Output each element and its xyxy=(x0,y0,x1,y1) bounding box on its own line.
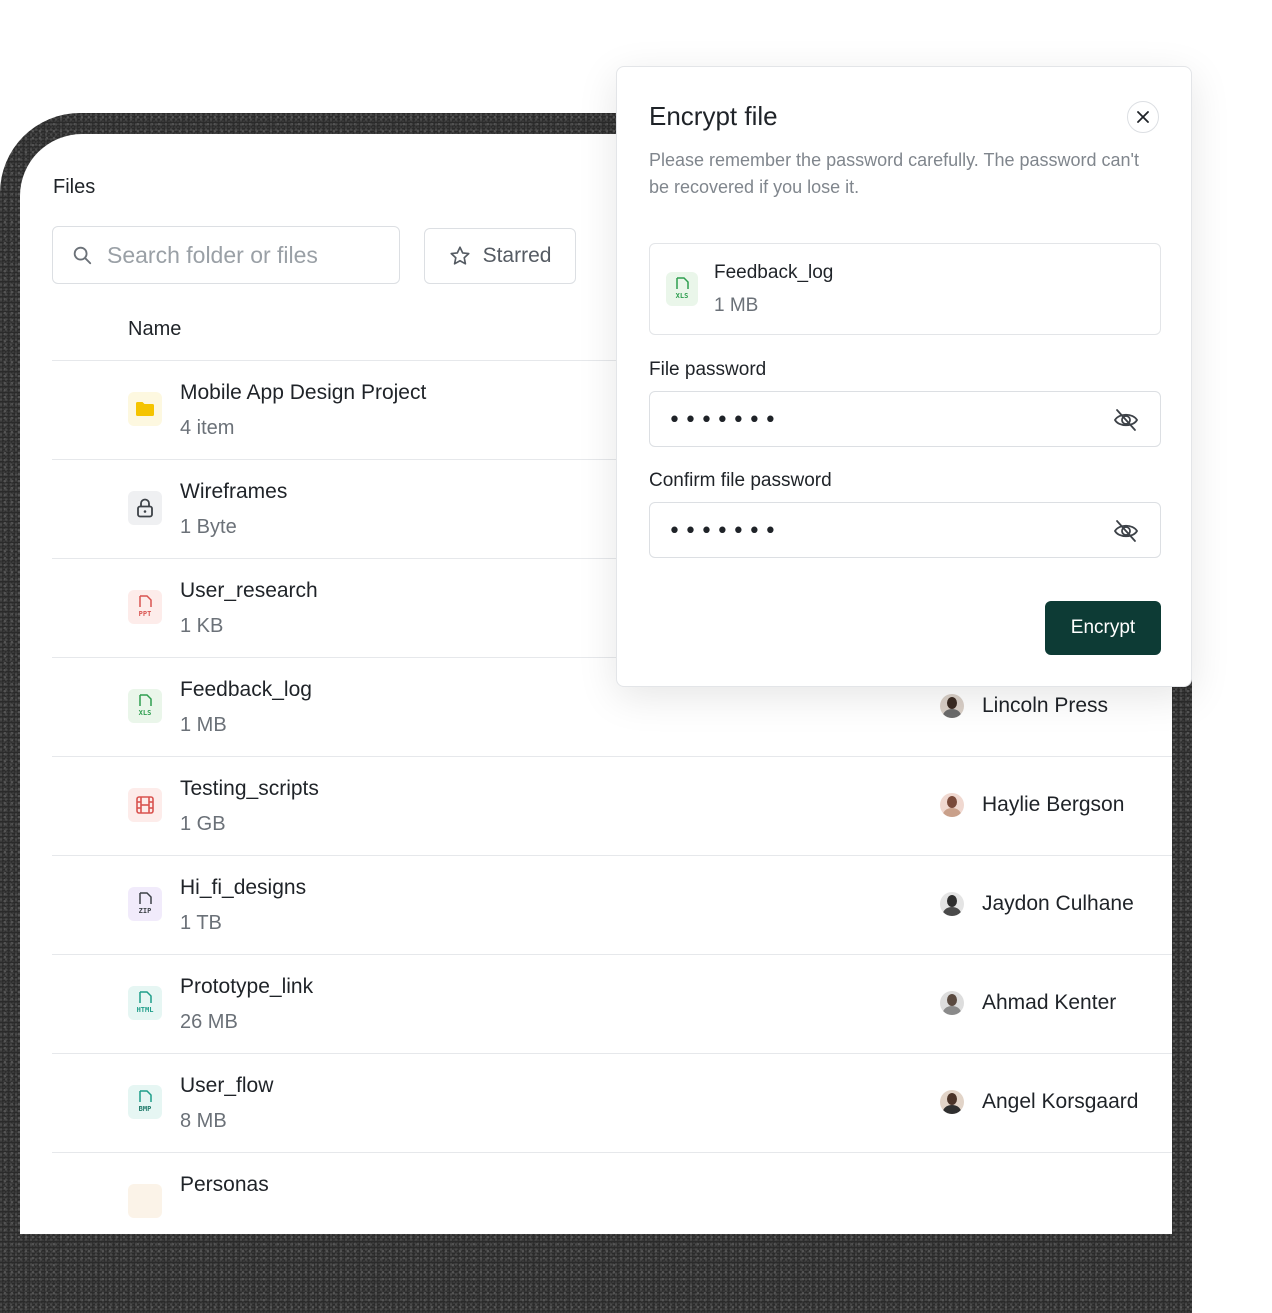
file-name: Mobile App Design Project xyxy=(180,381,427,404)
encrypt-dialog: Encrypt file Please remember the passwor… xyxy=(616,66,1192,687)
avatar xyxy=(940,694,964,718)
file-name: Feedback_log xyxy=(180,678,312,701)
ppt-file-icon: PPT xyxy=(128,590,162,624)
file-icon xyxy=(128,1184,162,1218)
search-icon xyxy=(73,246,92,265)
dialog-title: Encrypt file xyxy=(649,101,778,131)
search-input[interactable] xyxy=(105,240,389,270)
confirm-password-field[interactable] xyxy=(649,502,1161,558)
file-size: 4 item xyxy=(180,417,235,439)
table-row[interactable]: BMP User_flow 8 MB Angel Korsgaard xyxy=(52,1054,1172,1153)
file-size: 8 MB xyxy=(180,1110,227,1132)
eye-off-icon[interactable] xyxy=(1112,517,1140,545)
file-type-tag: HTML xyxy=(137,1006,154,1014)
file-type-tag: XLS xyxy=(139,709,152,717)
eye-off-icon[interactable] xyxy=(1112,406,1140,434)
encrypt-button[interactable]: Encrypt xyxy=(1045,601,1161,655)
xls-file-icon: XLS xyxy=(666,272,698,306)
page-title: Files xyxy=(53,176,96,198)
star-icon xyxy=(450,246,470,265)
file-type-tag: BMP xyxy=(139,1105,152,1113)
search-box[interactable] xyxy=(52,226,400,284)
close-icon xyxy=(1137,111,1149,123)
file-name: Personas xyxy=(180,1173,269,1196)
bmp-file-icon: BMP xyxy=(128,1085,162,1119)
close-button[interactable] xyxy=(1127,101,1159,133)
password-input[interactable] xyxy=(666,404,1090,436)
file-size: 1 TB xyxy=(180,912,222,934)
table-row[interactable]: HTML Prototype_link 26 MB Ahmad Kenter xyxy=(52,955,1172,1054)
selected-file-size: 1 MB xyxy=(714,295,759,316)
file-owner[interactable]: Jaydon Culhane xyxy=(940,892,1134,916)
zip-file-icon: ZIP xyxy=(128,887,162,921)
file-name: Hi_fi_designs xyxy=(180,876,307,899)
avatar xyxy=(940,1090,964,1114)
file-owner[interactable]: Haylie Bergson xyxy=(940,793,1124,817)
file-size: 1 MB xyxy=(180,714,227,736)
table-row[interactable]: Personas xyxy=(52,1153,1172,1234)
avatar xyxy=(940,892,964,916)
selected-file-name: Feedback_log xyxy=(714,262,834,283)
starred-label: Starred xyxy=(482,244,552,267)
folder-icon xyxy=(128,392,162,426)
owner-name: Ahmad Kenter xyxy=(982,991,1117,1014)
avatar xyxy=(940,991,964,1015)
password-field[interactable] xyxy=(649,391,1161,447)
confirm-password-input[interactable] xyxy=(666,515,1090,547)
password-label: File password xyxy=(649,359,767,380)
column-header-name[interactable]: Name xyxy=(128,318,181,341)
file-type-tag: XLS xyxy=(676,292,689,300)
xls-file-icon: XLS xyxy=(128,689,162,723)
file-name: User_flow xyxy=(180,1074,274,1097)
file-type-tag: PPT xyxy=(139,610,152,618)
file-size: 1 KB xyxy=(180,615,224,637)
owner-name: Haylie Bergson xyxy=(982,793,1125,816)
html-file-icon: HTML xyxy=(128,986,162,1020)
file-size: 26 MB xyxy=(180,1011,238,1033)
starred-button[interactable]: Starred xyxy=(424,228,576,284)
file-size: 1 GB xyxy=(180,813,226,835)
avatar xyxy=(940,793,964,817)
owner-name: Lincoln Press xyxy=(982,694,1109,717)
file-name: Wireframes xyxy=(180,480,288,503)
film-icon xyxy=(128,788,162,822)
file-name: User_research xyxy=(180,579,318,602)
file-name: Prototype_link xyxy=(180,975,314,998)
file-name: Testing_scripts xyxy=(180,777,319,800)
file-owner[interactable]: Angel Korsgaard xyxy=(940,1090,1138,1114)
lock-icon xyxy=(128,491,162,525)
dialog-description: Please remember the password carefully. … xyxy=(649,150,1139,197)
file-owner[interactable]: Ahmad Kenter xyxy=(940,991,1116,1015)
file-size: 1 Byte xyxy=(180,516,237,538)
selected-file-card: XLS Feedback_log 1 MB xyxy=(649,243,1161,335)
file-owner[interactable]: Lincoln Press xyxy=(940,694,1108,718)
owner-name: Angel Korsgaard xyxy=(982,1090,1139,1113)
confirm-password-label: Confirm file password xyxy=(649,470,832,491)
owner-name: Jaydon Culhane xyxy=(982,892,1134,915)
file-type-tag: ZIP xyxy=(139,907,152,915)
table-row[interactable]: Testing_scripts 1 GB Haylie Bergson xyxy=(52,757,1172,856)
table-row[interactable]: ZIP Hi_fi_designs 1 TB Jaydon Culhane xyxy=(52,856,1172,955)
